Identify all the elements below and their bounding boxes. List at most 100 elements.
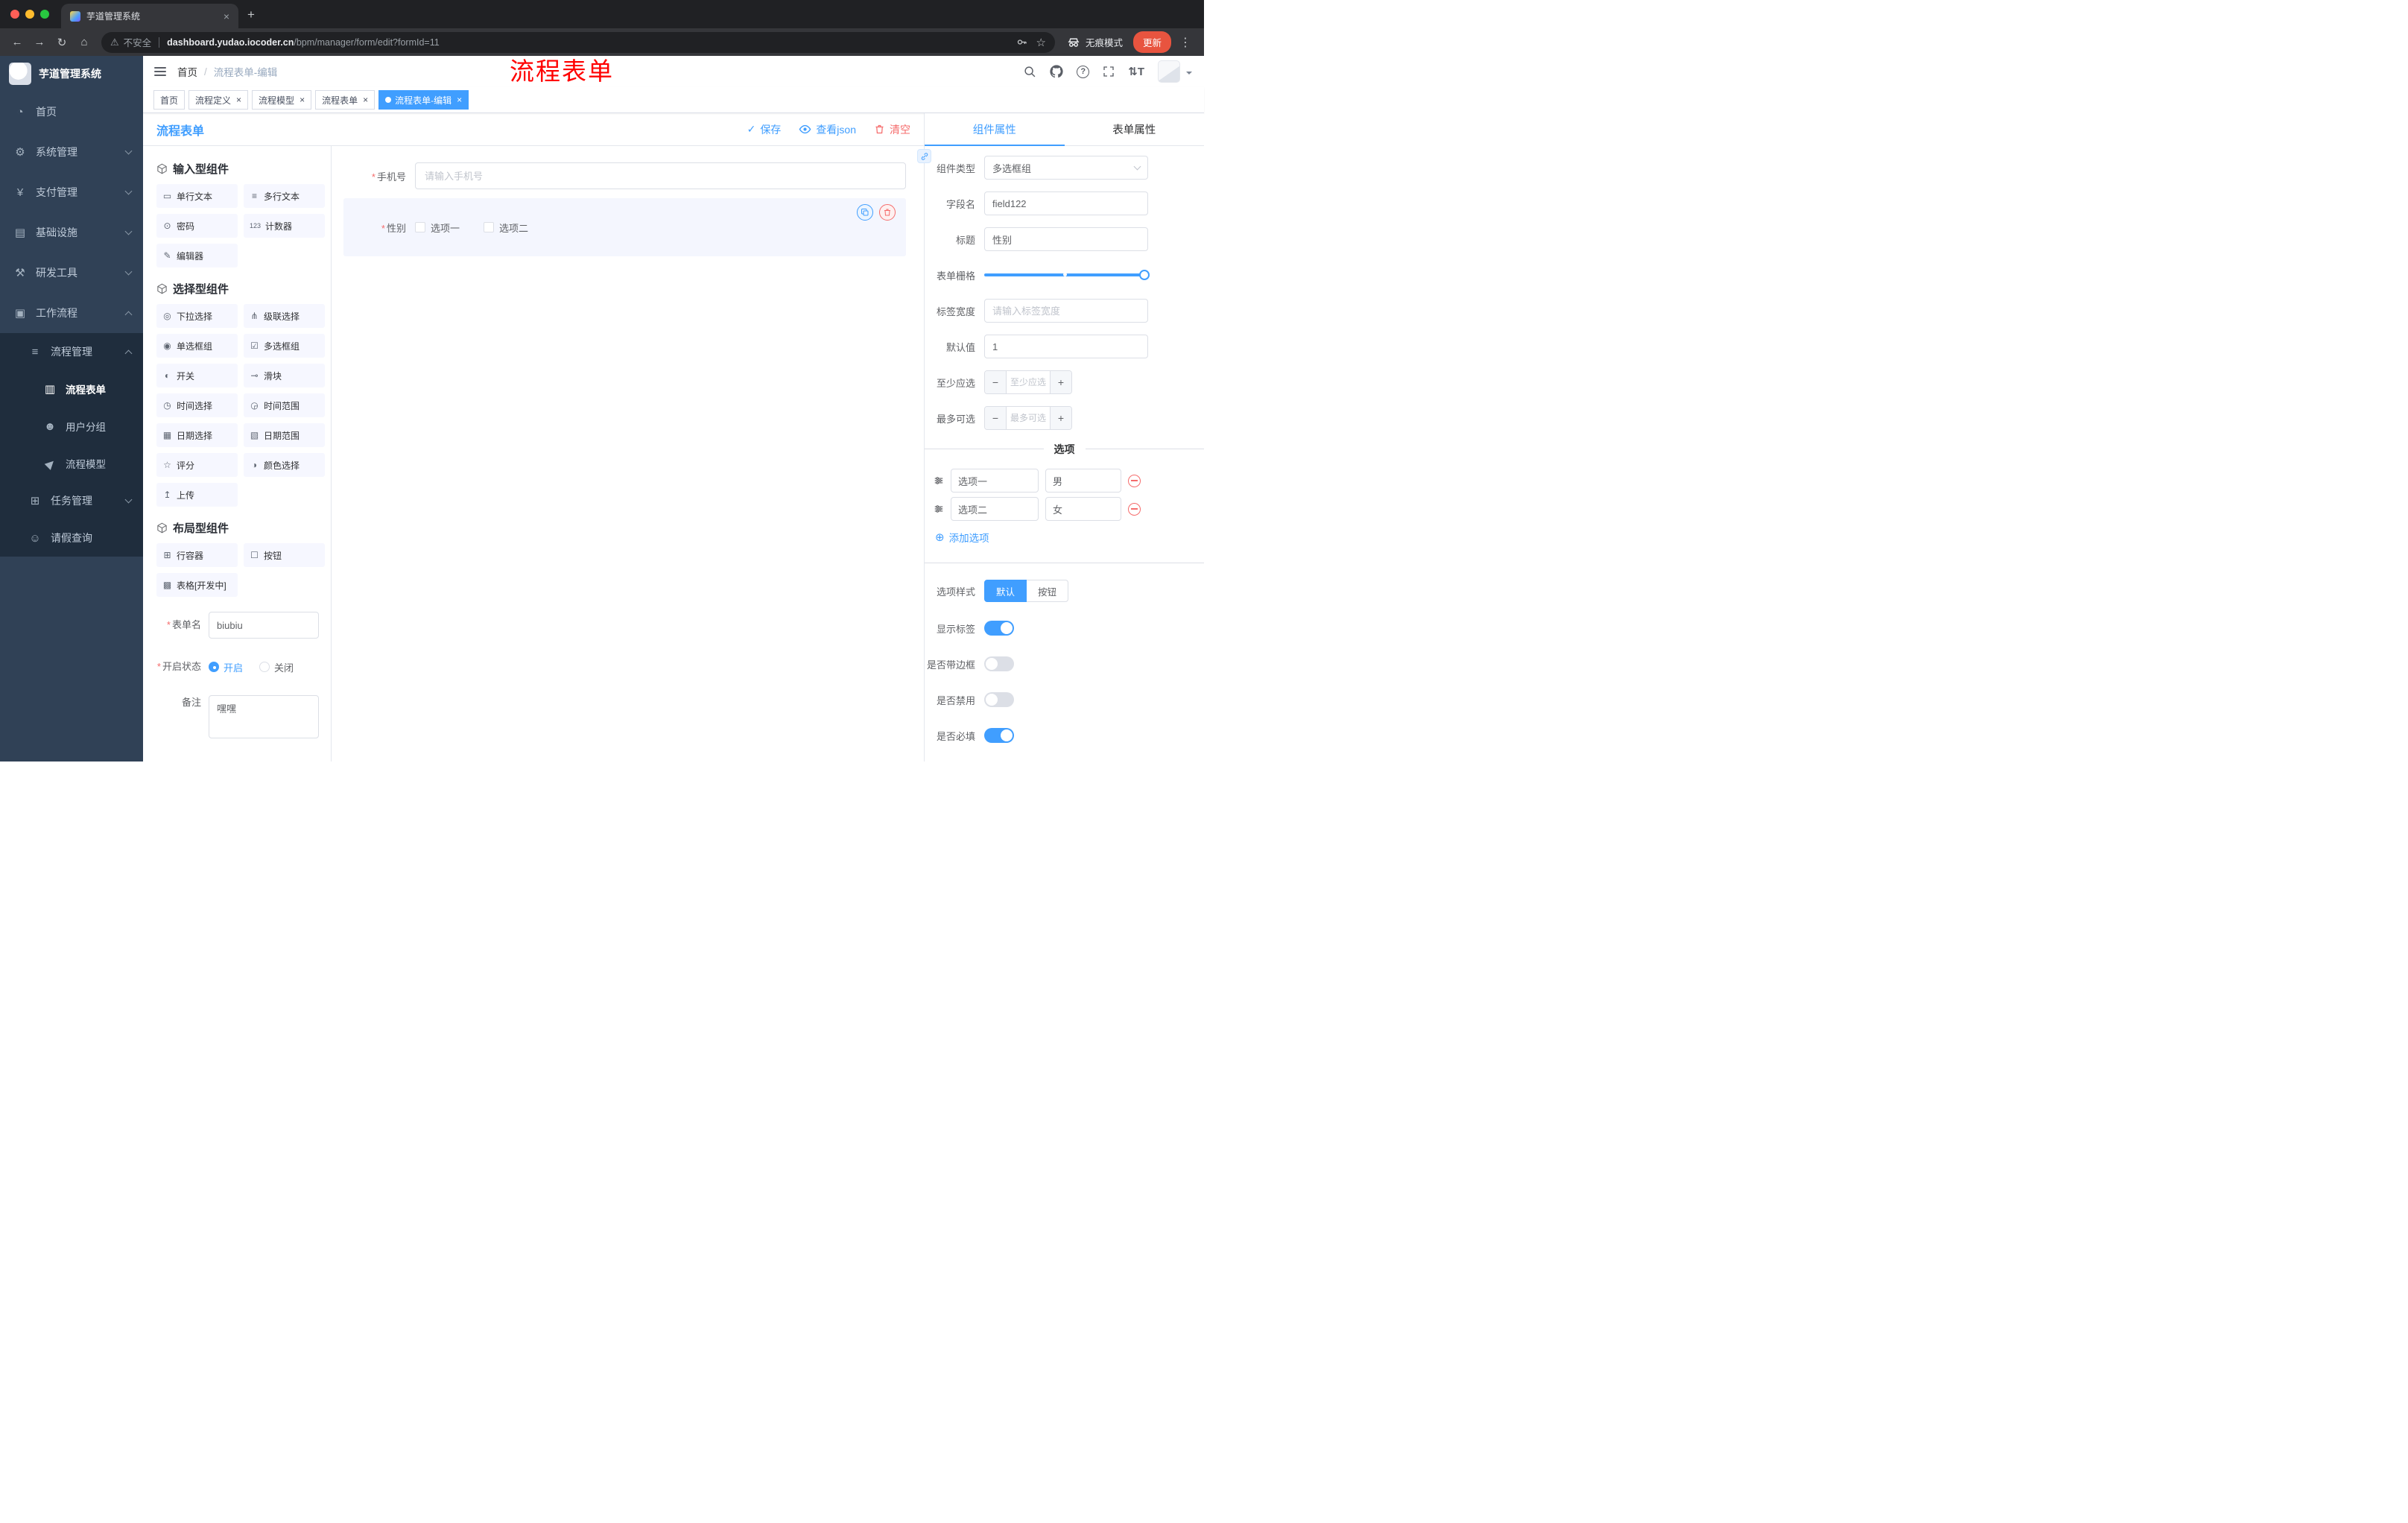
tab-close-icon[interactable]: × <box>221 10 232 22</box>
remove-option-button[interactable] <box>1128 502 1141 516</box>
palette-item-date-picker[interactable]: ▦ 日期选择 <box>156 423 238 447</box>
sidebar-item-workflow[interactable]: ▣ 工作流程 <box>0 293 143 333</box>
tab-form-props[interactable]: 表单属性 <box>1065 113 1205 145</box>
palette-item-select[interactable]: ◎ 下拉选择 <box>156 304 238 328</box>
view-json-button[interactable]: 查看json <box>799 122 856 137</box>
min-select-input[interactable] <box>1007 371 1050 393</box>
forward-button[interactable]: → <box>30 33 49 52</box>
remark-textarea[interactable]: 嘿嘿 <box>209 695 319 738</box>
disabled-toggle[interactable] <box>984 692 1014 707</box>
palette-item-time-picker[interactable]: ◷ 时间选择 <box>156 393 238 417</box>
fullscreen-icon[interactable] <box>1103 66 1115 77</box>
help-icon[interactable]: ? <box>1077 65 1090 78</box>
palette-item-color-picker[interactable]: ◑ 颜色选择 <box>244 453 325 477</box>
required-toggle[interactable] <box>984 728 1014 743</box>
sidebar-item-infrastructure[interactable]: ▤ 基础设施 <box>0 212 143 253</box>
drag-handle-icon[interactable] <box>934 504 944 514</box>
phone-input[interactable] <box>415 162 906 189</box>
slider-track[interactable] <box>984 273 1148 276</box>
palette-item-radio-group[interactable]: ◉ 单选框组 <box>156 334 238 358</box>
breadcrumb-home[interactable]: 首页 <box>177 64 197 79</box>
style-button-button[interactable]: 按钮 <box>1027 580 1069 602</box>
canvas-field-phone[interactable]: * 手机号 <box>343 162 906 189</box>
sidebar-item-payment-management[interactable]: ¥ 支付管理 <box>0 172 143 212</box>
hamburger-icon[interactable] <box>143 56 177 87</box>
palette-item-cascader[interactable]: ⋔ 级联选择 <box>244 304 325 328</box>
palette-item-table[interactable]: ▩ 表格[开发中] <box>156 573 238 597</box>
palette-item-multi-line-text[interactable]: ≡ 多行文本 <box>244 184 325 208</box>
avatar[interactable] <box>1158 60 1180 83</box>
palette-item-button[interactable]: ☐ 按钮 <box>244 543 325 567</box>
update-button[interactable]: 更新 <box>1132 31 1171 53</box>
gender-option-1[interactable]: 选项一 <box>415 221 460 235</box>
form-name-input[interactable] <box>209 612 319 639</box>
drag-handle-icon[interactable] <box>934 475 944 486</box>
tag-home[interactable]: 首页 <box>153 90 186 110</box>
github-icon[interactable] <box>1050 65 1063 78</box>
sidebar-item-task-management[interactable]: ⊞ 任务管理 <box>0 482 143 519</box>
tag-close-icon[interactable]: × <box>457 95 462 105</box>
palette-item-checkbox-group[interactable]: ☑ 多选框组 <box>244 334 325 358</box>
bookmark-star-icon[interactable]: ☆ <box>1036 36 1046 49</box>
palette-item-editor[interactable]: ✎ 编辑器 <box>156 244 238 267</box>
palette-item-password[interactable]: ⊙ 密码 <box>156 214 238 238</box>
delete-widget-button[interactable] <box>879 204 896 221</box>
reload-button[interactable]: ↻ <box>52 33 72 52</box>
status-on-radio[interactable]: 开启 <box>209 660 243 674</box>
search-icon[interactable] <box>1024 66 1036 78</box>
palette-item-switch[interactable]: ◐ 开关 <box>156 364 238 387</box>
palette-item-row-container[interactable]: ⊞ 行容器 <box>156 543 238 567</box>
palette-item-rate[interactable]: ☆ 评分 <box>156 453 238 477</box>
sidebar-item-leave-query[interactable]: ☺ 请假查询 <box>0 519 143 557</box>
tag-process-form-edit[interactable]: 流程表单-编辑 × <box>378 90 469 110</box>
tag-close-icon[interactable]: × <box>300 95 305 105</box>
tab-component-props[interactable]: 组件属性 <box>925 113 1065 146</box>
show-label-toggle[interactable] <box>984 621 1014 636</box>
add-option-button[interactable]: ⊕ 添加选项 <box>935 530 1204 545</box>
tag-close-icon[interactable]: × <box>363 95 368 105</box>
new-tab-button[interactable]: + <box>247 7 255 22</box>
decrease-button[interactable]: − <box>985 407 1007 429</box>
form-canvas[interactable]: *手机号 *性别 选项一 选项二 <box>332 146 924 762</box>
sidebar-item-process-form[interactable]: ▥ 流程表单 <box>0 370 143 408</box>
canvas-field-gender-selected[interactable]: * 性别 选项一 选项二 <box>343 198 906 256</box>
palette-item-counter[interactable]: 123 计数器 <box>244 214 325 238</box>
increase-button[interactable]: + <box>1050 407 1071 429</box>
title-input[interactable] <box>984 227 1148 251</box>
max-select-input[interactable] <box>1007 407 1050 429</box>
browser-menu-icon[interactable]: ⋮ <box>1174 35 1197 50</box>
default-value-input[interactable] <box>984 335 1148 358</box>
status-off-radio[interactable]: 关闭 <box>259 660 294 674</box>
field-name-input[interactable] <box>984 191 1148 215</box>
window-close-button[interactable] <box>10 10 19 19</box>
address-bar[interactable]: ⚠ 不安全 dashboard.yudao.iocoder.cn/bpm/man… <box>101 31 1055 53</box>
tag-close-icon[interactable]: × <box>236 95 241 105</box>
style-default-button[interactable]: 默认 <box>984 580 1027 602</box>
tag-process-definition[interactable]: 流程定义 × <box>188 90 249 110</box>
border-toggle[interactable] <box>984 656 1014 671</box>
sidebar-item-home[interactable]: ◔ 首页 <box>0 92 143 132</box>
copy-widget-button[interactable] <box>857 204 873 221</box>
option-value-input[interactable] <box>1045 469 1121 493</box>
save-button[interactable]: ✓ 保存 <box>747 122 782 137</box>
tag-process-form[interactable]: 流程表单 × <box>315 90 376 110</box>
sidebar-item-process-management[interactable]: ≡ 流程管理 <box>0 333 143 370</box>
form-grid-slider[interactable] <box>984 263 1150 287</box>
palette-item-time-range[interactable]: ◶ 时间范围 <box>244 393 325 417</box>
sidebar-item-user-group[interactable]: ☻ 用户分组 <box>0 408 143 445</box>
option-value-input[interactable] <box>1045 497 1121 521</box>
option-label-input[interactable] <box>951 469 1039 493</box>
logo[interactable]: 芋道管理系统 <box>0 56 143 92</box>
palette-item-date-range[interactable]: ▧ 日期范围 <box>244 423 325 447</box>
password-key-icon[interactable] <box>1016 37 1027 48</box>
palette-item-slider[interactable]: ⊸ 滑块 <box>244 364 325 387</box>
tag-process-model[interactable]: 流程模型 × <box>252 90 312 110</box>
palette-item-single-line-text[interactable]: ▭ 单行文本 <box>156 184 238 208</box>
component-type-select[interactable]: 多选框组 <box>984 156 1148 180</box>
window-minimize-button[interactable] <box>25 10 34 19</box>
sidebar-item-process-model[interactable]: ▶ 流程模型 <box>0 445 143 482</box>
back-button[interactable]: ← <box>7 33 27 52</box>
label-width-input[interactable] <box>984 299 1148 323</box>
decrease-button[interactable]: − <box>985 371 1007 393</box>
sidebar-item-system-management[interactable]: ⚙ 系统管理 <box>0 132 143 172</box>
